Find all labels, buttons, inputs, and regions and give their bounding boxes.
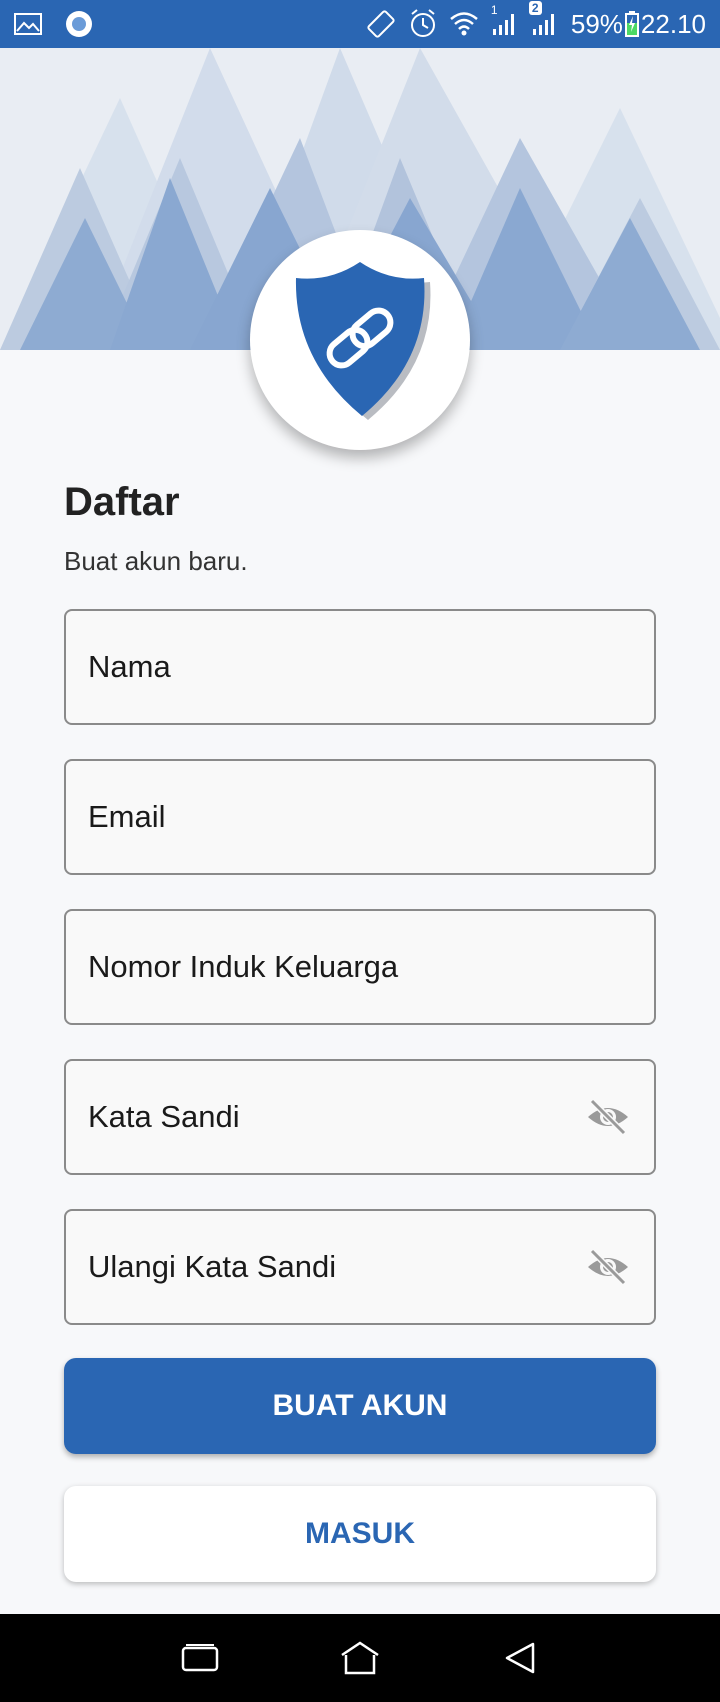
auto-rotate-icon [365,9,397,39]
name-field[interactable] [64,609,656,725]
confirm-password-field[interactable] [64,1209,656,1325]
gallery-icon [14,13,42,35]
eye-off-icon[interactable] [586,1097,630,1137]
eye-off-icon[interactable] [586,1247,630,1287]
password-input[interactable] [88,1061,608,1173]
nik-input[interactable] [88,911,608,1023]
name-input[interactable] [88,611,608,723]
email-input[interactable] [88,761,608,873]
shield-link-icon [295,262,431,420]
confirm-password-input[interactable] [88,1211,608,1323]
system-nav-bar [0,1614,720,1702]
clock: 22.10 [640,8,706,39]
recent-apps-icon[interactable] [175,1633,225,1683]
page-subtitle: Buat akun baru. [64,546,248,576]
battery-charging-icon [624,11,639,37]
page-title: Daftar [64,480,180,524]
signal-icon-sim2: 2 [528,1,559,37]
alarm-icon [409,9,437,39]
create-account-button[interactable]: BUAT AKUN [64,1358,656,1454]
app-logo [250,230,470,450]
battery-percent: 59% [570,8,623,39]
status-bar: 1 2 59% 22.10 [0,0,720,48]
password-field[interactable] [64,1059,656,1175]
email-field[interactable] [64,759,656,875]
back-icon[interactable] [495,1633,545,1683]
home-icon[interactable] [335,1633,385,1683]
record-icon [64,9,94,39]
signal-icon-sim1: 1 [491,3,519,37]
wifi-icon [449,11,479,37]
login-button[interactable]: MASUK [64,1486,656,1582]
nik-field[interactable] [64,909,656,1025]
